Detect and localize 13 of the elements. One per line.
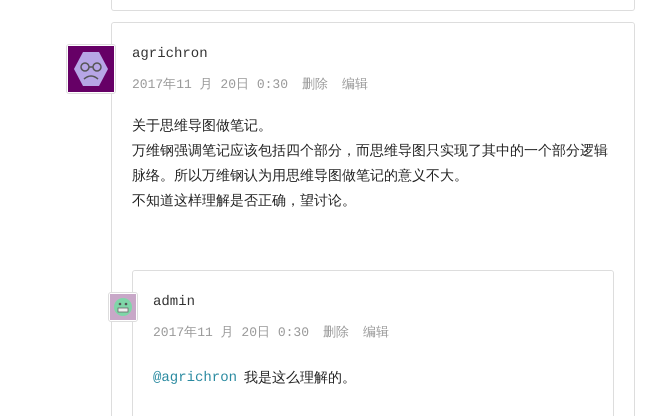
comment-action-link[interactable]: 编辑 xyxy=(363,324,390,342)
comment-date: 2017年11 月 20日 0:30 xyxy=(153,324,310,342)
comment-text: 关于思维导图做笔记。 xyxy=(132,117,273,136)
reply-text: 我是这么理解的。 xyxy=(244,369,356,388)
comment-action-link[interactable]: 编辑 xyxy=(342,76,368,94)
comment-text: 万维钢强调笔记应该包括四个部分，而思维导图只实现了其中的一个部分逻辑脉络。所以万维钢认为用思维导图做笔记的意义不大。 xyxy=(132,142,609,186)
comment-action-link[interactable]: 删除 xyxy=(302,76,328,94)
mention-link[interactable]: @agrichron xyxy=(153,368,238,388)
author-name: admin xyxy=(153,293,196,311)
comment-text: 不知道这样理解是否正确，望讨论。 xyxy=(132,192,357,211)
author-name: agrichron xyxy=(132,45,209,63)
comment-date: 2017年11 月 20日 0:30 xyxy=(132,76,288,94)
comment-action-link[interactable]: 删除 xyxy=(323,324,350,342)
